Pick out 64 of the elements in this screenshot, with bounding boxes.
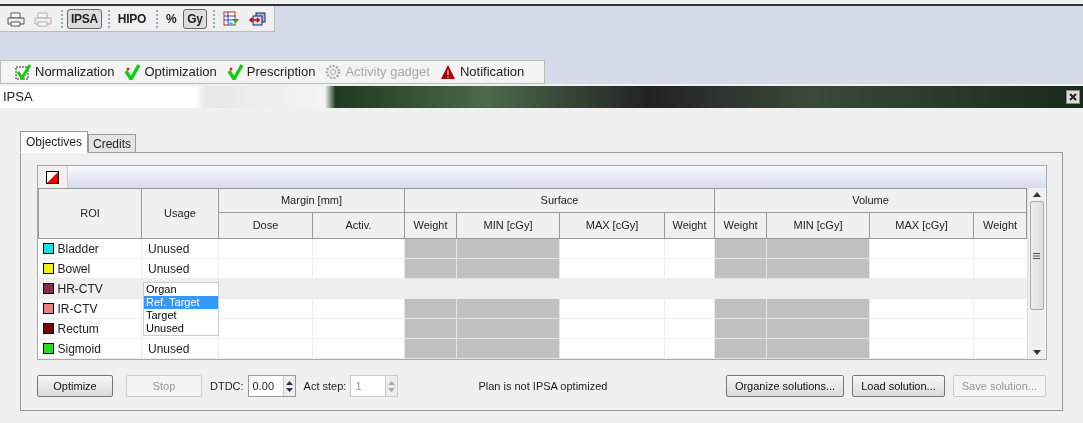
status-text: Plan is not IPSA optimized: [478, 378, 609, 394]
cube-icon: [248, 10, 267, 27]
field-label: DTDC:: [210, 378, 244, 394]
printer-icon: [7, 10, 25, 27]
column-header: MAX [cGy]: [869, 212, 974, 239]
window-title: IPSA: [2, 88, 33, 107]
toolbar-button[interactable]: Gy: [183, 8, 207, 29]
gadget-button[interactable]: Notification: [439, 62, 525, 82]
column-header: Margin [mm]: [218, 188, 405, 213]
clear-icon[interactable]: [46, 170, 59, 184]
column-header: Surface: [404, 188, 715, 213]
spin-up-icon[interactable]: [285, 380, 293, 385]
checkmark-icon: [15, 64, 31, 80]
column-header: Dose: [218, 212, 313, 239]
column-header: Volume: [714, 188, 1027, 213]
field-label: Act step:: [303, 378, 347, 394]
action-button[interactable]: Load solution...: [852, 375, 945, 397]
table-cell-text: Rectum: [57, 320, 99, 338]
column-header: MIN [cGy]: [456, 212, 560, 239]
close-button[interactable]: [1066, 90, 1080, 104]
column-header: MAX [cGy]: [559, 212, 665, 239]
table-cell: Unused: [148, 261, 190, 276]
scroll-thumb[interactable]: [1029, 201, 1044, 310]
table-row[interactable]: Sigmoid Unused: [38, 338, 1027, 359]
action-button[interactable]: Optimize: [37, 375, 113, 397]
printer-icon: [34, 10, 52, 27]
table-cell-text: Bladder: [57, 240, 99, 258]
checkmark-icon: [124, 64, 141, 80]
action-button[interactable]: Organize solutions...: [725, 375, 845, 397]
dropdown-option[interactable]: Unused: [144, 322, 218, 335]
field-value: 1: [354, 378, 363, 394]
table-cell: Unused: [148, 241, 190, 256]
tab[interactable]: Credits: [88, 134, 137, 153]
tab[interactable]: Objectives: [20, 131, 89, 153]
column-header: Usage: [141, 188, 219, 239]
spin-down-icon[interactable]: [285, 387, 293, 392]
grip-icon: [1033, 252, 1041, 259]
table-icon: [221, 10, 240, 27]
gear-icon: [325, 64, 342, 80]
toolbar-button[interactable]: HIPO: [113, 8, 150, 29]
scroll-up-icon[interactable]: [1032, 192, 1041, 197]
table-cell: Unused: [148, 341, 190, 356]
close-icon: [1069, 93, 1077, 101]
column-header: ROI: [38, 188, 142, 239]
table-cell-text: HR-CTV: [57, 280, 103, 298]
spin-field[interactable]: 0.00: [247, 375, 296, 397]
toolbar-button[interactable]: %: [161, 8, 181, 29]
scroll-down-icon[interactable]: [1032, 350, 1041, 355]
column-header: Activ.: [312, 212, 405, 239]
table-row[interactable]: Bladder Unused: [38, 238, 1027, 259]
gadget-button[interactable]: Prescription: [226, 62, 316, 82]
field-value: 0.00: [251, 378, 276, 394]
scrollbar[interactable]: [1027, 188, 1046, 359]
column-header: MIN [cGy]: [766, 212, 870, 239]
table-cell-text: IR-CTV: [57, 300, 98, 318]
table-cell-text: Bowel: [57, 260, 91, 278]
gadget-button[interactable]: Optimization: [124, 62, 217, 82]
checkmark-icon: [226, 64, 243, 80]
dropdown-option[interactable]: Organ: [144, 283, 218, 296]
gadget-button[interactable]: Normalization: [15, 62, 115, 82]
table-row[interactable]: Bowel Unused: [38, 258, 1027, 279]
table-cell-text: Sigmoid: [57, 340, 101, 358]
toolbar-button[interactable]: IPSA: [67, 8, 102, 29]
warning-icon: [439, 64, 456, 80]
